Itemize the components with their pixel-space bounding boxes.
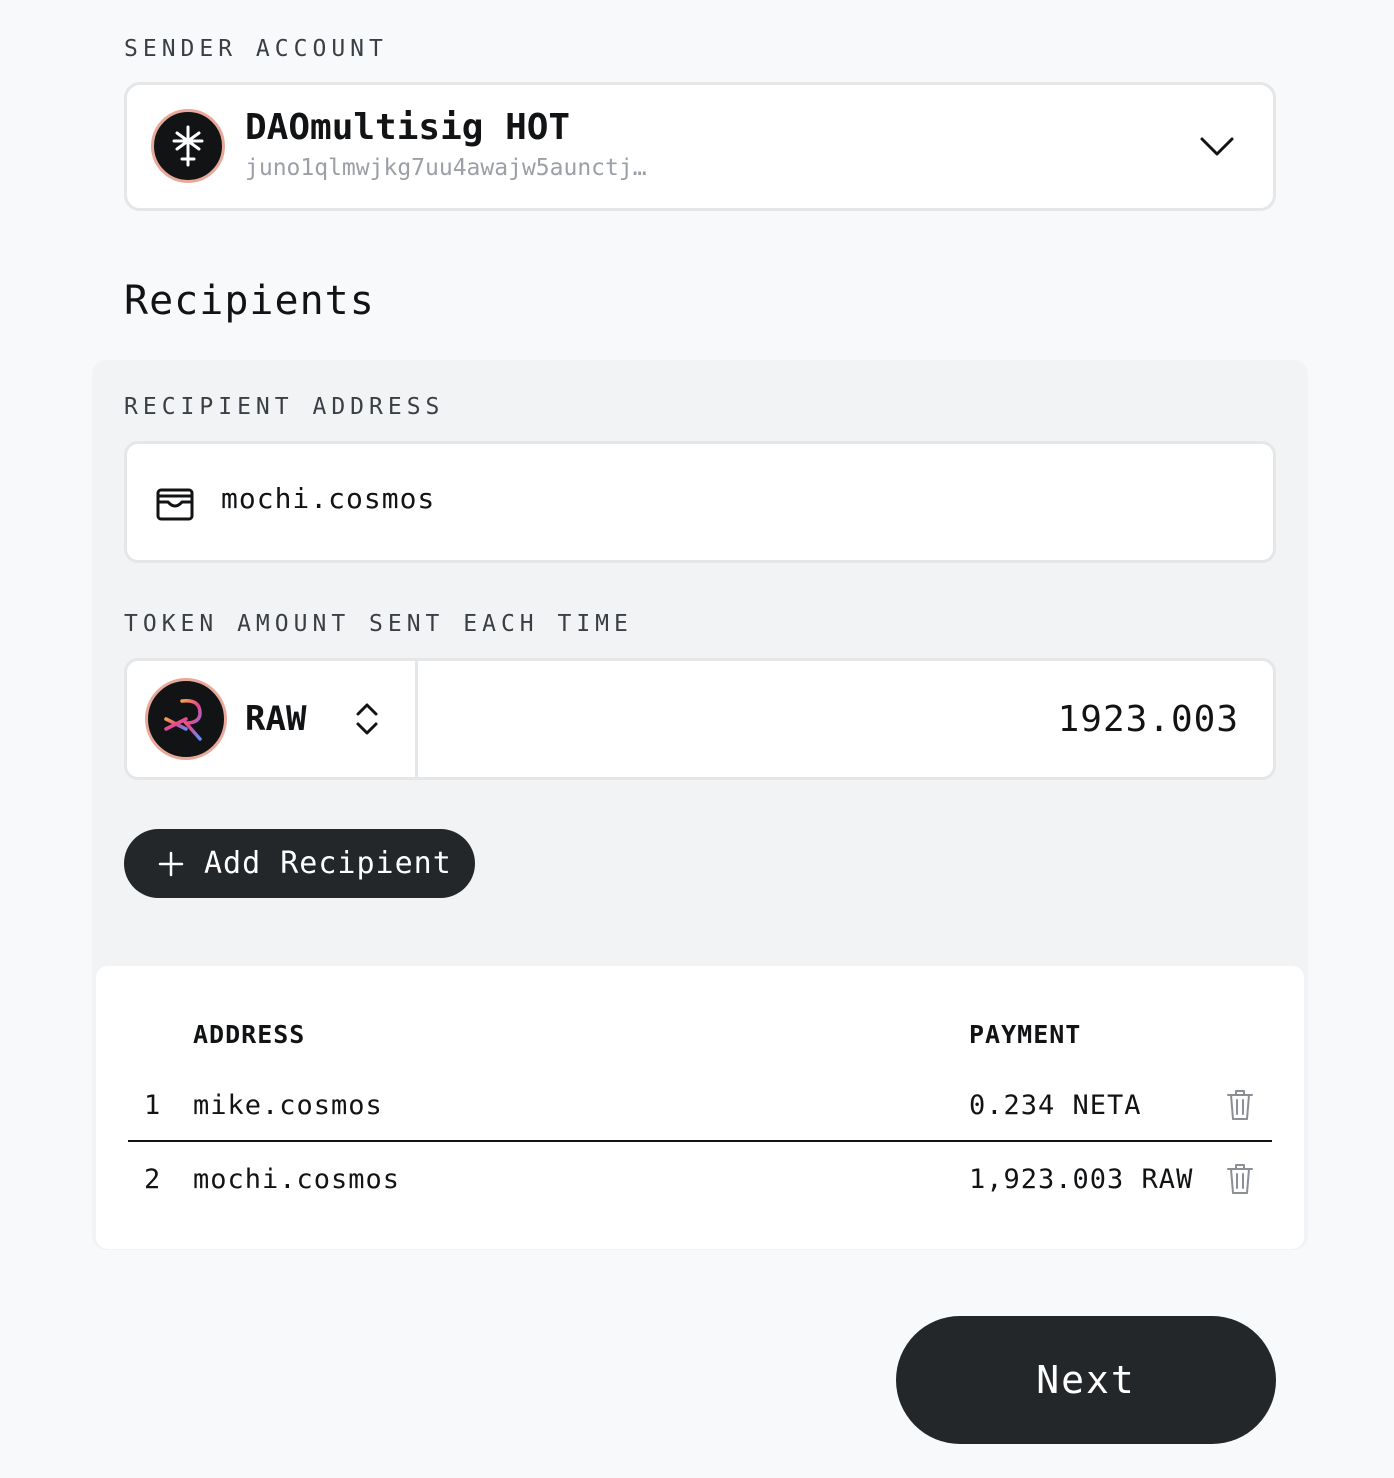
chevron-up-down-icon [356, 703, 378, 735]
add-recipient-button[interactable]: Add Recipient [124, 829, 475, 898]
trash-icon[interactable] [1226, 1088, 1254, 1122]
row-payment: 0.234 NETA [969, 1090, 1142, 1121]
recipient-address-label: RECIPIENT ADDRESS [124, 394, 445, 420]
address-column-header: ADDRESS [193, 1020, 306, 1049]
sender-account-name: DAOmultisig HOT [245, 107, 571, 148]
trash-icon[interactable] [1226, 1162, 1254, 1196]
row-address: mochi.cosmos [193, 1164, 401, 1195]
token-amount-field: RAW 1923.003 [124, 658, 1276, 780]
token-symbol: RAW [245, 699, 307, 739]
juno-star-icon [151, 109, 225, 183]
table-row: 1 mike.cosmos 0.234 NETA [128, 1070, 1272, 1142]
table-row: 2 mochi.cosmos 1,923.003 RAW [128, 1144, 1272, 1216]
row-payment: 1,923.003 RAW [969, 1164, 1194, 1195]
token-amount-input[interactable]: 1923.003 [1058, 699, 1239, 740]
recipient-address-field[interactable]: mochi.cosmos [124, 441, 1276, 563]
add-recipient-label: Add Recipient [204, 846, 452, 881]
recipients-table: ADDRESS PAYMENT 1 mike.cosmos 0.234 NETA… [96, 966, 1304, 1249]
token-selector[interactable]: RAW [127, 661, 418, 777]
token-amount-label: TOKEN AMOUNT SENT EACH TIME [124, 611, 633, 637]
next-button[interactable]: Next [896, 1316, 1276, 1444]
row-index: 2 [144, 1164, 162, 1195]
recipients-heading: Recipients [124, 278, 375, 324]
sender-account-select[interactable]: DAOmultisig HOT juno1qlmwjkg7uu4awajw5au… [124, 82, 1276, 211]
recipient-address-input[interactable]: mochi.cosmos [221, 482, 435, 515]
row-address: mike.cosmos [193, 1090, 383, 1121]
row-index: 1 [144, 1090, 162, 1121]
sender-account-label: SENDER ACCOUNT [124, 36, 388, 62]
sender-account-address: juno1qlmwjkg7uu4awajw5aunctj… [245, 155, 647, 181]
wallet-icon [156, 488, 194, 521]
chevron-down-icon[interactable] [1199, 133, 1235, 159]
plus-icon [158, 851, 184, 876]
raw-token-icon [145, 678, 227, 760]
payment-column-header: PAYMENT [969, 1020, 1082, 1049]
